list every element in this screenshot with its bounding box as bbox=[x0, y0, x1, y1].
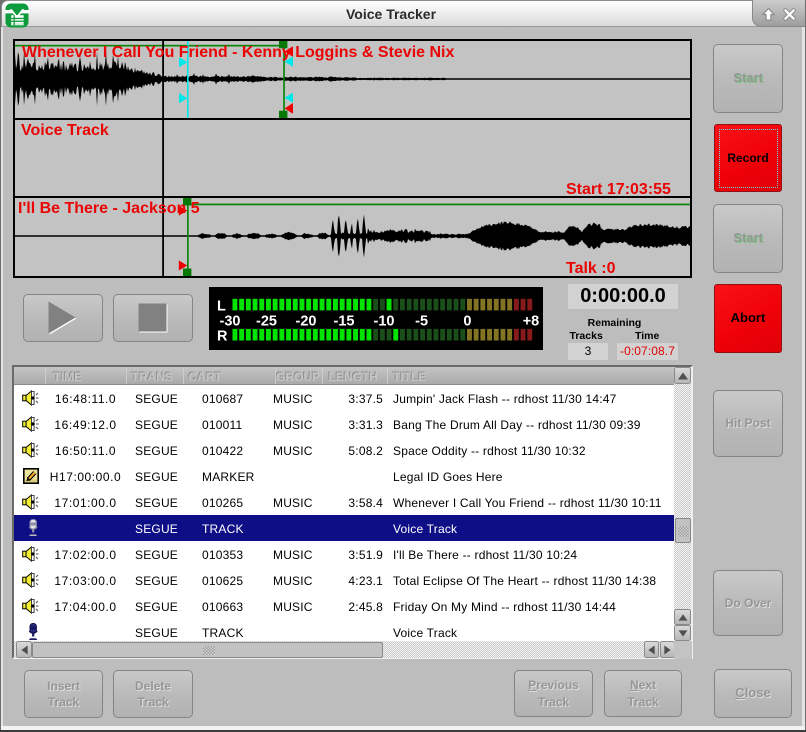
svg-text:-25: -25 bbox=[256, 314, 277, 330]
svg-text:-20: -20 bbox=[296, 314, 317, 330]
svg-text:-5: -5 bbox=[415, 314, 428, 330]
svg-text:R: R bbox=[217, 329, 228, 345]
svg-text:-30: -30 bbox=[220, 314, 241, 330]
svg-text:-15: -15 bbox=[334, 314, 355, 330]
svg-text:L: L bbox=[217, 299, 226, 315]
svg-text:-10: -10 bbox=[374, 314, 395, 330]
svg-text:+8: +8 bbox=[523, 314, 540, 330]
svg-text:0: 0 bbox=[463, 314, 471, 330]
